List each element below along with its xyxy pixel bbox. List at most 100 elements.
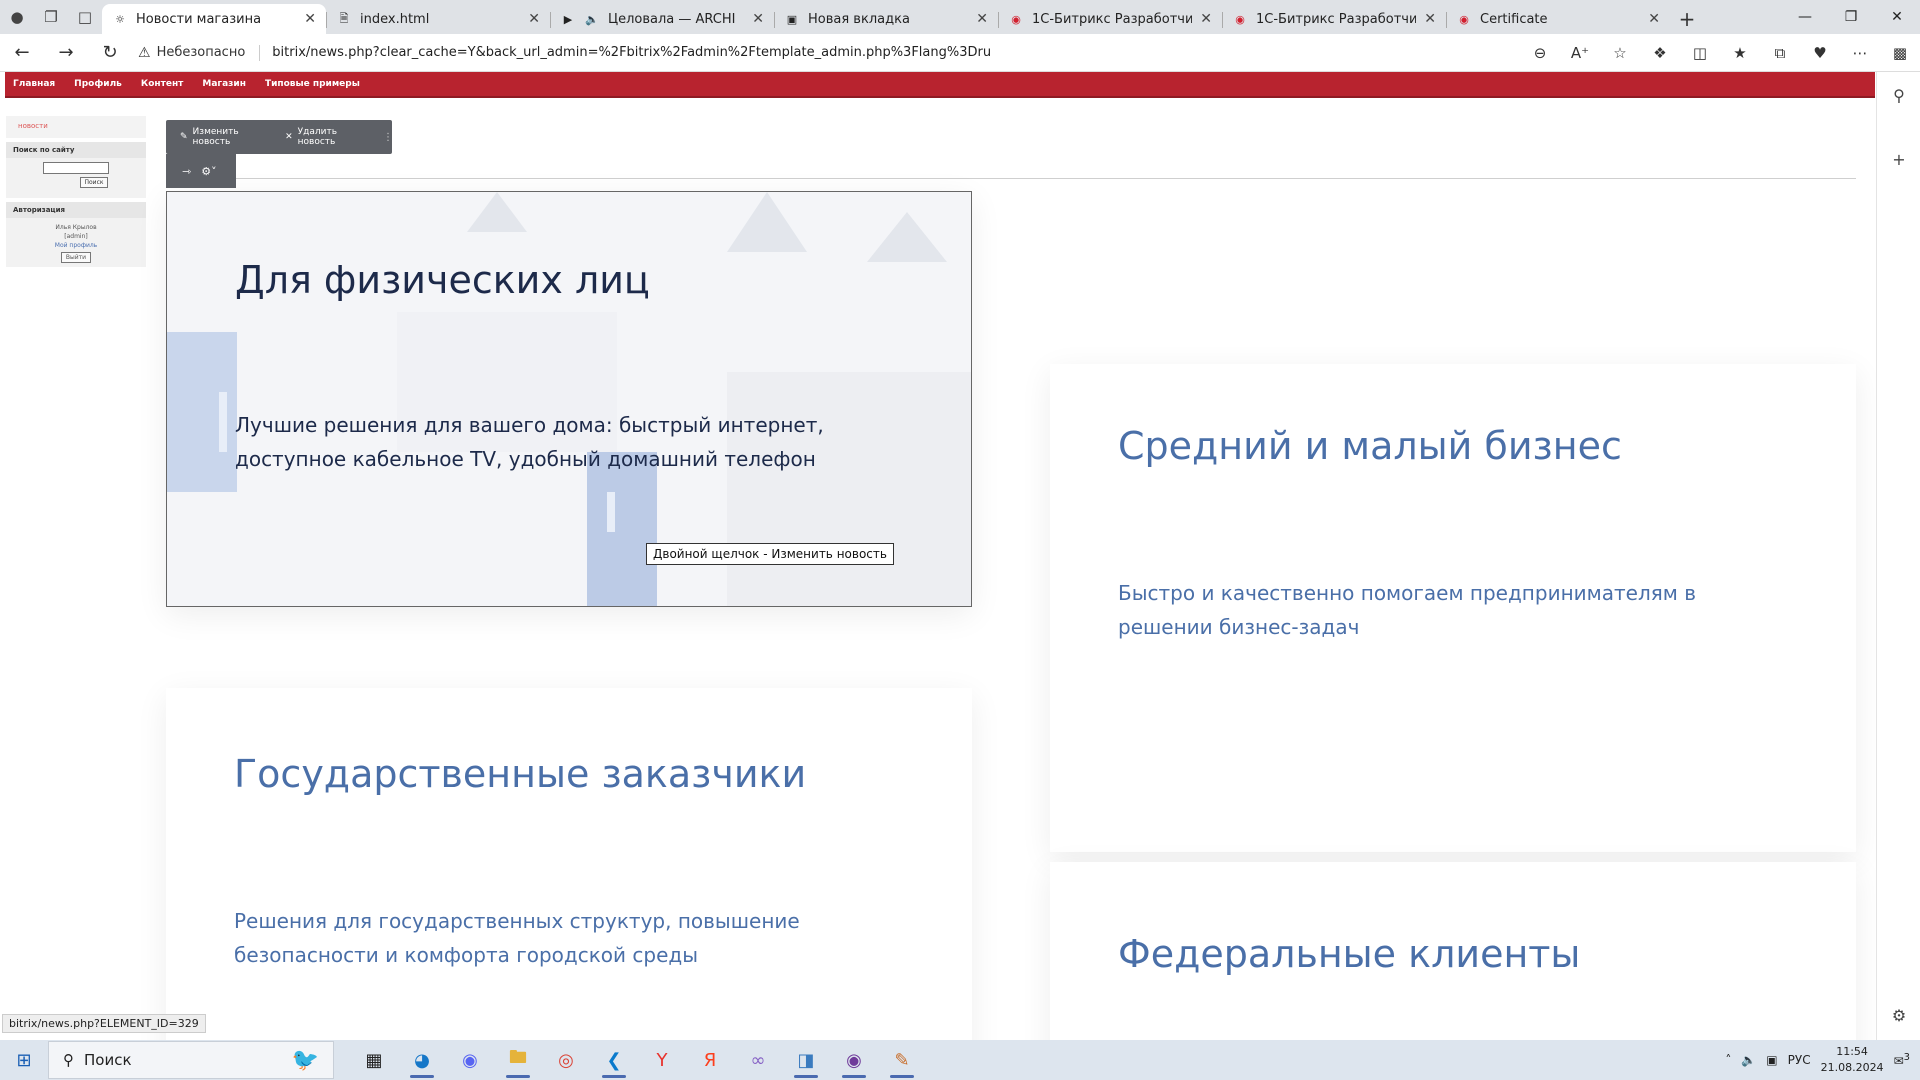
taskbar-search[interactable]: ⚲ Поиск 🐦 [48, 1041, 334, 1079]
more-icon[interactable]: ⋯ [1840, 34, 1880, 72]
network-icon[interactable]: ▣ [1766, 1053, 1777, 1067]
clock[interactable]: 11:54 21.08.2024 [1821, 1044, 1884, 1076]
close-window-icon[interactable]: ✕ [1874, 0, 1920, 34]
notification-icon[interactable]: ✉3 [1894, 1052, 1910, 1068]
bitrix-icon: ◉ [1011, 12, 1021, 26]
gear-icon[interactable]: ⚙˅ [201, 165, 216, 178]
divider [259, 44, 261, 61]
pencil-icon: ✎ [180, 132, 188, 142]
copilot-icon[interactable]: ▩ [1880, 34, 1920, 72]
extensions-icon[interactable]: ❖ [1640, 34, 1680, 72]
admin-menu-shop[interactable]: Магазин [202, 79, 246, 89]
zoom-icon[interactable]: ⊖ [1520, 34, 1560, 72]
clock-time: 11:54 [1836, 1045, 1868, 1058]
discord-icon[interactable]: ◉ [446, 1040, 494, 1080]
drag-handle[interactable]: ⋮ [383, 120, 393, 154]
tab-title: 1С-Битрикс Разработчикам - [1256, 11, 1417, 27]
favorites-icon[interactable]: ★ [1720, 34, 1760, 72]
add-icon[interactable]: + [1877, 150, 1920, 169]
chevron-up-icon[interactable]: ˄ [1725, 1053, 1731, 1067]
tab-news[interactable]: ☼ Новости магазина ✕ [102, 4, 326, 34]
close-icon[interactable]: ✕ [304, 11, 316, 27]
edit-toolbar: ✎ Изменить новость ✕ Удалить новость ⋮ [166, 120, 393, 154]
vscode-icon[interactable]: ❮ [590, 1040, 638, 1080]
close-icon[interactable]: ✕ [1648, 11, 1660, 27]
task-view-icon[interactable]: ▦ [350, 1040, 398, 1080]
chrome-icon[interactable]: ◎ [542, 1040, 590, 1080]
search-icon[interactable]: ⚲ [1877, 86, 1920, 105]
workspaces-icon[interactable]: ❐ [34, 0, 68, 34]
bitrix-icon: ◉ [1459, 12, 1469, 26]
news-card-government[interactable]: Государственные заказчики Решения для го… [166, 688, 972, 1040]
edit-toolbar-secondary: ⇾ ⚙˅ [166, 154, 236, 188]
tab-index-html[interactable]: 🗎 index.html ✕ [326, 4, 550, 34]
profile-icon[interactable]: ● [0, 0, 34, 34]
search-box: Поиск по сайту Поиск [6, 142, 146, 198]
delete-news-button[interactable]: ✕ Удалить новость [285, 127, 370, 147]
forward-icon[interactable]: → [44, 34, 88, 72]
tab-title: index.html [360, 11, 430, 27]
divider [236, 178, 1856, 179]
file-explorer-icon[interactable]: 🖿 [494, 1040, 542, 1080]
news-card-business[interactable]: Средний и малый бизнес Быстро и качестве… [1050, 364, 1856, 852]
close-icon[interactable]: ✕ [1424, 11, 1436, 27]
minimize-icon[interactable]: — [1782, 0, 1828, 34]
clock-date: 21.08.2024 [1820, 1061, 1884, 1074]
favorite-star-icon[interactable]: ☆ [1600, 34, 1640, 72]
address-input[interactable]: ⚠ Небезопасно bitrix/news.php?clear_cach… [138, 38, 1520, 68]
app-icon[interactable]: ◨ [782, 1040, 830, 1080]
news-card-federal[interactable]: Федеральные клиенты [1050, 862, 1856, 1040]
web-page: Главная Профиль Контент Магазин Типовые … [0, 72, 1876, 1040]
close-icon[interactable]: ✕ [1200, 11, 1212, 27]
windows-start-icon[interactable]: ⊞ [0, 1040, 48, 1080]
gear-icon[interactable]: ⚙ [1877, 1006, 1920, 1025]
search-input[interactable] [43, 162, 109, 174]
security-label[interactable]: Небезопасно [157, 45, 246, 60]
visual-studio-icon[interactable]: ∞ [734, 1040, 782, 1080]
new-tab-button[interactable]: + [1670, 4, 1704, 34]
pin-icon[interactable]: ⇾ [182, 165, 191, 178]
close-icon[interactable]: ✕ [528, 11, 540, 27]
speaker-icon[interactable]: 🔈 [584, 11, 600, 27]
tab-actions-icon[interactable]: □ [68, 0, 102, 34]
collections-icon[interactable]: ⧉ [1760, 34, 1800, 72]
speaker-icon[interactable]: 🔈 [1741, 1053, 1756, 1067]
url-text[interactable]: bitrix/news.php?clear_cache=Y&back_url_a… [272, 45, 991, 60]
tab-new[interactable]: ▣ Новая вкладка ✕ [774, 4, 998, 34]
admin-menu-home[interactable]: Главная [13, 79, 55, 89]
logout-button[interactable]: Выйти [60, 252, 92, 263]
admin-menu-content[interactable]: Контент [141, 79, 184, 89]
yandex-icon[interactable]: Я [686, 1040, 734, 1080]
tab-bitrix-2[interactable]: ◉ 1С-Битрикс Разработчикам - ✕ [1222, 4, 1446, 34]
language-indicator[interactable]: РУС [1788, 1053, 1811, 1067]
search-button[interactable]: Поиск [80, 177, 108, 188]
paint-icon[interactable]: ✎ [878, 1040, 926, 1080]
refresh-icon[interactable]: ↻ [88, 34, 132, 72]
tab-certificate[interactable]: ◉ Certificate ✕ [1446, 4, 1670, 34]
newtab-icon: ▣ [786, 12, 798, 26]
edge-icon[interactable]: ◕ [398, 1040, 446, 1080]
github-icon[interactable]: ◉ [830, 1040, 878, 1080]
tooltip: Двойной щелчок - Изменить новость [646, 543, 894, 565]
tab-bitrix-1[interactable]: ◉ 1С-Битрикс Разработчикам - ✕ [998, 4, 1222, 34]
left-sidebar: новости Поиск по сайту Поиск Авторизация… [6, 116, 146, 271]
split-screen-icon[interactable]: ◫ [1680, 34, 1720, 72]
yandex-browser-icon[interactable]: Y [638, 1040, 686, 1080]
tab-title: Новая вкладка [808, 11, 910, 27]
breadcrumb[interactable]: новости [6, 116, 146, 138]
read-aloud-icon[interactable]: A⁺ [1560, 34, 1600, 72]
admin-menu-examples[interactable]: Типовые примеры [265, 79, 360, 89]
browser-essentials-icon[interactable]: ♥ [1800, 34, 1840, 72]
tab-title: Новости магазина [136, 11, 262, 27]
admin-menu-profile[interactable]: Профиль [74, 79, 122, 89]
search-icon: ⚲ [63, 1051, 74, 1069]
profile-link[interactable]: Мой профиль [6, 241, 146, 250]
tab-music[interactable]: ▶ 🔈 Целовала — ARCHI ✕ [550, 4, 774, 34]
restore-icon[interactable]: ❐ [1828, 0, 1874, 34]
close-icon[interactable]: ✕ [976, 11, 988, 27]
user-name: Илья Крылов [55, 224, 97, 231]
back-icon[interactable]: ← [0, 34, 44, 72]
edit-news-button[interactable]: ✎ Изменить новость [180, 127, 271, 147]
warning-icon[interactable]: ⚠ [138, 45, 151, 61]
close-icon[interactable]: ✕ [752, 11, 764, 27]
